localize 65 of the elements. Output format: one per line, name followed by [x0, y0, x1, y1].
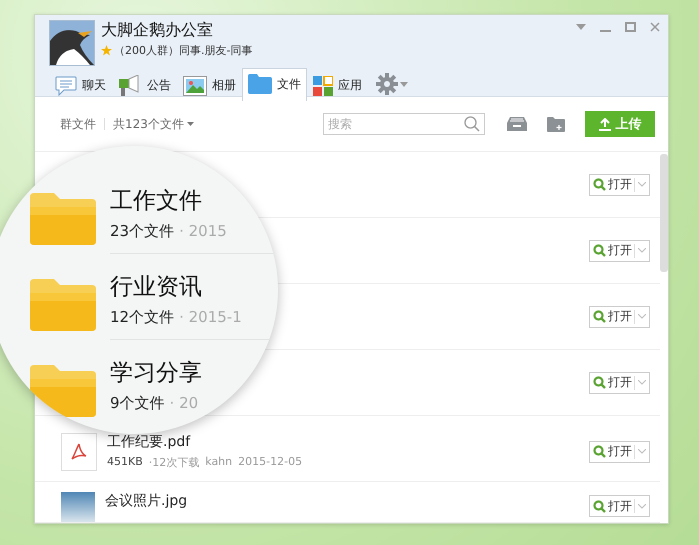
- maximize-icon[interactable]: [625, 22, 636, 32]
- acrobat-icon: [70, 442, 88, 462]
- new-folder-icon[interactable]: [547, 116, 565, 132]
- file-count: 9个文件: [110, 394, 165, 413]
- window-title: 大脚企鹅办公室: [101, 20, 214, 41]
- folder-date: · 20: [170, 394, 198, 413]
- file-name[interactable]: 工作纪要.pdf: [107, 433, 302, 451]
- open-button[interactable]: 打开: [589, 240, 650, 262]
- penguin-avatar: [49, 20, 95, 66]
- file-count: 23个文件: [110, 222, 174, 240]
- folder-name[interactable]: 行业资讯: [110, 270, 278, 302]
- open-button[interactable]: 打开: [589, 174, 650, 196]
- folder-icon: [30, 193, 96, 245]
- folder-date: · 2015-1: [179, 308, 242, 326]
- apps-grid-icon: [313, 76, 333, 96]
- dropdown-icon[interactable]: [576, 24, 586, 30]
- search-icon: [593, 376, 606, 389]
- chevron-down-icon: [638, 504, 646, 508]
- open-button[interactable]: 打开: [589, 372, 650, 394]
- group-info: （200人群）同事.朋友-同事: [114, 43, 252, 58]
- chevron-down-icon: [638, 314, 646, 319]
- breadcrumb-link[interactable]: 群文件: [60, 116, 96, 132]
- tab[interactable]: 应用: [307, 71, 368, 101]
- folder-name[interactable]: 学习分享: [110, 357, 278, 388]
- file-size: 451KB: [107, 455, 143, 470]
- tab[interactable]: 相册: [177, 71, 242, 101]
- search-icon[interactable]: [464, 116, 480, 132]
- open-button[interactable]: 打开: [589, 440, 650, 462]
- search-field[interactable]: 搜索: [323, 113, 485, 135]
- caret-icon[interactable]: [400, 82, 408, 86]
- caret-icon: [186, 122, 194, 126]
- search-icon: [593, 178, 606, 191]
- tab[interactable]: 公告: [112, 71, 177, 101]
- tab[interactable]: 聊天: [49, 71, 112, 101]
- star-icon: [101, 45, 112, 56]
- chevron-down-icon: [638, 380, 646, 385]
- tab[interactable]: 文件: [242, 68, 307, 101]
- folder-icon: [30, 365, 96, 417]
- picture-icon: [183, 76, 207, 96]
- download-count: ·12次下载: [148, 455, 200, 470]
- scrollbar-thumb[interactable]: [660, 154, 668, 272]
- open-button[interactable]: 打开: [589, 495, 650, 517]
- search-icon: [593, 445, 606, 458]
- folder-name[interactable]: 工作文件: [110, 184, 278, 216]
- file-count: 12个文件: [110, 308, 174, 326]
- open-button[interactable]: 打开: [589, 306, 650, 328]
- upload-icon: [598, 118, 610, 130]
- close-icon[interactable]: [650, 22, 660, 32]
- photo-placeholder: [61, 492, 95, 522]
- chevron-down-icon: [638, 449, 646, 454]
- folder-icon: [30, 279, 96, 331]
- search-icon: [593, 244, 606, 257]
- uploader-name: kahn: [205, 455, 232, 470]
- settings-icon[interactable]: [376, 73, 398, 95]
- upload-date: 2015-12-05: [238, 455, 302, 470]
- speech-bubble-icon: [55, 76, 77, 96]
- chevron-down-icon: [638, 182, 646, 187]
- search-icon: [593, 310, 606, 323]
- folder-icon: [248, 74, 272, 94]
- chevron-down-icon: [638, 248, 646, 253]
- file-count-dropdown[interactable]: 共123个文件: [113, 116, 194, 132]
- folder-date: · 2015: [179, 222, 227, 240]
- file-name[interactable]: 会议照片.jpg: [105, 492, 188, 510]
- search-icon: [593, 500, 606, 512]
- tray-icon[interactable]: [507, 117, 527, 131]
